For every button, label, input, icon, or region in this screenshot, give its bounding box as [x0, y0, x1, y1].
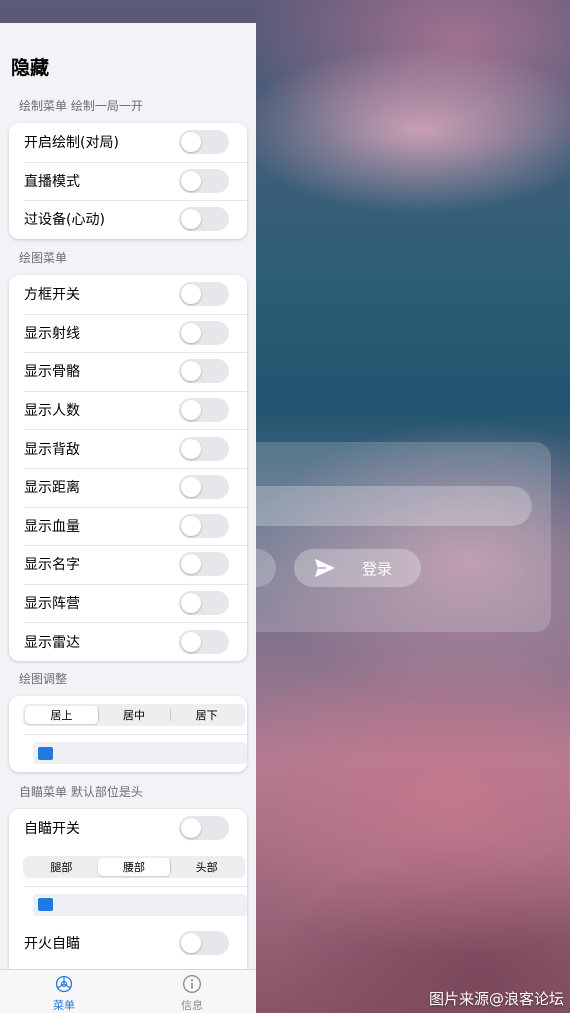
- toggle-row-team[interactable]: 显示阵营: [9, 583, 247, 623]
- toggle-row-count[interactable]: 显示人数: [9, 390, 247, 430]
- toggle-switch[interactable]: [179, 130, 229, 155]
- tab-info[interactable]: 信息: [128, 970, 256, 1013]
- row-label: 显示距离: [24, 480, 80, 497]
- section-label-adjust: 绘图调整: [19, 672, 68, 686]
- row-label: 显示人数: [24, 403, 80, 420]
- toggle-row-lines[interactable]: 显示射线: [9, 313, 247, 353]
- toggle-row-bypass-device[interactable]: 过设备(心动): [9, 200, 247, 239]
- watermark: 图片来源@浪客论坛: [428, 990, 564, 1008]
- gear-icon: [55, 975, 73, 993]
- segment-top[interactable]: 居上: [25, 706, 98, 724]
- segment-head[interactable]: 头部: [170, 858, 243, 876]
- toggle-switch[interactable]: [179, 207, 229, 232]
- toggle-switch[interactable]: [179, 513, 229, 538]
- position-segment-row: 居上 居中 居下: [9, 696, 247, 734]
- segment-bottom[interactable]: 居下: [170, 706, 243, 724]
- color-picker[interactable]: [33, 742, 247, 764]
- side-menu-panel: 隐藏 绘制菜单 绘制一局一开 开启绘制(对局) 直播模式 过设备(心动) 绘图菜…: [0, 23, 256, 1013]
- toggle-row-aimbot[interactable]: 自瞄开关: [9, 809, 247, 848]
- tab-label: 菜单: [53, 999, 75, 1012]
- toggle-row-box[interactable]: 方框开关: [9, 275, 247, 314]
- color-picker[interactable]: [33, 893, 247, 916]
- row-label: 开启绘制(对局): [24, 135, 119, 152]
- tab-bar: 菜单 信息: [0, 969, 256, 1013]
- row-label: 显示阵营: [24, 596, 80, 613]
- toggle-row-distance[interactable]: 显示距离: [9, 467, 247, 507]
- aim-part-segment-row: 腿部 腰部 头部: [9, 848, 247, 886]
- toggle-row-name[interactable]: 显示名字: [9, 545, 247, 584]
- color-swatch: [38, 898, 53, 912]
- adjust-group: 居上 居中 居下: [9, 696, 247, 772]
- row-label: 显示骨骼: [24, 364, 80, 381]
- toggle-row-behind[interactable]: 显示背敌: [9, 429, 247, 468]
- row-label: 自瞄开关: [24, 821, 80, 838]
- color-picker-row: [9, 734, 247, 772]
- toggle-row-draw-match[interactable]: 开启绘制(对局): [9, 123, 247, 162]
- draw-group: 开启绘制(对局) 直播模式 过设备(心动): [9, 123, 247, 239]
- section-label-esp: 绘图菜单: [19, 251, 68, 265]
- aim-color-picker-row: [9, 885, 247, 924]
- toggle-row-skeleton[interactable]: 显示骨骼: [9, 352, 247, 391]
- toggle-switch[interactable]: [179, 436, 229, 461]
- segment-middle[interactable]: 居中: [97, 706, 171, 724]
- aim-group: 自瞄开关 腿部 腰部 头部 开火自瞄: [9, 809, 247, 979]
- row-label: 显示雷达: [24, 634, 80, 651]
- color-swatch: [38, 746, 53, 760]
- toggle-switch[interactable]: [179, 168, 229, 193]
- row-label: 开火自瞄: [24, 935, 80, 952]
- toggle-switch[interactable]: [179, 282, 229, 307]
- section-label-aim: 自瞄菜单 默认部位是头: [19, 785, 143, 799]
- toggle-switch[interactable]: [179, 320, 229, 345]
- toggle-row-health[interactable]: 显示血量: [9, 506, 247, 546]
- info-icon: [183, 975, 201, 993]
- row-label: 方框开关: [24, 287, 80, 304]
- toggle-switch[interactable]: [179, 816, 229, 841]
- toggle-row-live-mode[interactable]: 直播模式: [9, 161, 247, 201]
- toggle-row-fire-aim[interactable]: 开火自瞄: [9, 924, 247, 963]
- toggle-switch[interactable]: [179, 398, 229, 423]
- row-label: 显示射线: [24, 325, 80, 342]
- toggle-switch[interactable]: [179, 591, 229, 616]
- segment-legs[interactable]: 腿部: [25, 858, 98, 876]
- segment-waist[interactable]: 腰部: [97, 857, 171, 876]
- row-label: 过设备(心动): [24, 212, 105, 229]
- section-label-draw: 绘制菜单 绘制一局一开: [19, 99, 143, 113]
- toggle-switch[interactable]: [179, 629, 229, 654]
- login-button[interactable]: 登录: [294, 549, 421, 587]
- esp-group: 方框开关 显示射线 显示骨骼 显示人数 显示背敌 显示距离 显示血量 显示名字: [9, 275, 247, 661]
- tab-label: 信息: [181, 999, 203, 1012]
- position-segmented-control: 居上 居中 居下: [23, 704, 245, 726]
- row-label: 显示背敌: [24, 441, 80, 458]
- row-label: 显示血量: [24, 518, 80, 535]
- login-button-label: 登录: [362, 559, 393, 578]
- panel-title: 隐藏: [11, 57, 50, 79]
- aim-part-segmented-control: 腿部 腰部 头部: [23, 855, 245, 878]
- send-icon: [315, 558, 335, 578]
- toggle-switch[interactable]: [179, 359, 229, 384]
- toggle-switch[interactable]: [179, 552, 229, 577]
- toggle-row-radar[interactable]: 显示雷达: [9, 622, 247, 661]
- row-label: 显示名字: [24, 557, 80, 574]
- row-label: 直播模式: [24, 173, 80, 190]
- toggle-switch[interactable]: [179, 930, 229, 955]
- toggle-switch[interactable]: [179, 475, 229, 500]
- tab-menu[interactable]: 菜单: [0, 970, 128, 1013]
